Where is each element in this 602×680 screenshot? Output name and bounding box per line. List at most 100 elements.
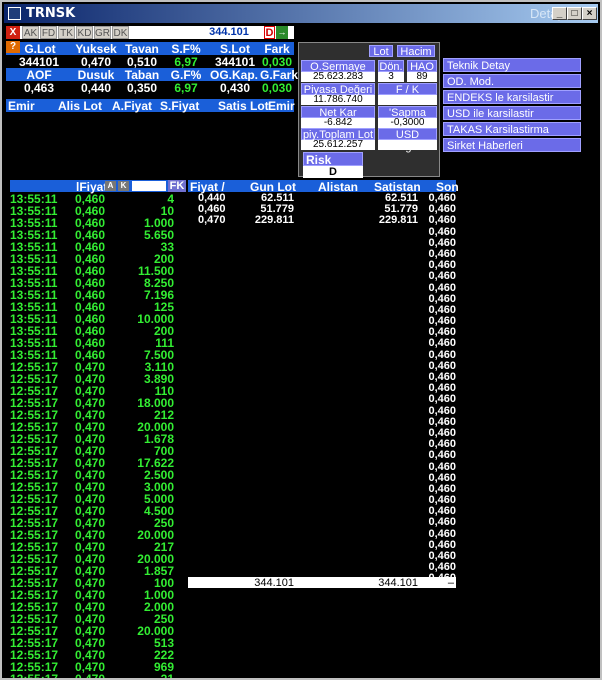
trade-row[interactable]: 13:55:11 0,460 200 <box>10 324 186 338</box>
hacim-button[interactable]: Hacim <box>397 45 435 58</box>
son-value: 0,460 <box>428 303 456 316</box>
depth-row[interactable]: 0,460 51.779 51.779 <box>188 203 456 215</box>
trade-row[interactable]: 12:55:17 0,470 18.000 <box>10 396 186 410</box>
trade-row[interactable]: 12:55:17 0,470 222 <box>10 648 186 662</box>
trade-row[interactable]: 12:55:17 0,470 20.000 <box>10 552 186 566</box>
son-value: 0,460 <box>428 538 456 551</box>
depth-header: Fiyat / Gun Lot Alistan Satistan Son <box>188 180 459 194</box>
tool-fd-button[interactable]: FD <box>40 26 57 39</box>
menu-takas-karsilastirma[interactable]: TAKAS Karsilastirma <box>443 122 581 136</box>
trade-row[interactable]: 12:55:17 0,470 2.500 <box>10 468 186 482</box>
help-icon[interactable]: ? <box>6 41 20 53</box>
son-value: 0,460 <box>428 550 456 562</box>
title-bar[interactable]: TRNSK Detay _ □ × <box>4 4 598 23</box>
trade-row[interactable]: 12:55:17 0,470 17.622 <box>10 456 186 470</box>
depth-satistan: 229.811 <box>378 214 418 226</box>
tool-tk-button[interactable]: TK <box>58 26 75 39</box>
trade-row[interactable]: 12:55:17 0,470 3.110 <box>10 360 186 374</box>
trade-row[interactable]: 13:55:11 0,460 11.500 <box>10 264 186 278</box>
trade-row[interactable]: 12:55:17 0,470 250 <box>10 516 186 530</box>
tool-kd-button[interactable]: KD <box>76 26 93 39</box>
depth-row[interactable]: 0,470 229.811 229.811 <box>188 214 456 226</box>
depth-gun-lot: 229.811 <box>254 214 294 226</box>
trade-row[interactable]: 12:55:17 0,470 5.000 <box>10 492 186 506</box>
son-value: 0,460 <box>428 359 456 372</box>
menu-sirket-haberleri[interactable]: Sirket Haberleri <box>443 138 581 152</box>
son-column: 0,460 0,460 0,460 0,460 0,460 0,460 0,460 0,460… <box>422 192 456 584</box>
sort-a-button[interactable]: A <box>105 181 116 191</box>
menu-od-mod[interactable]: OD. Mod. <box>443 74 581 88</box>
son-value: 0,460 <box>428 415 456 428</box>
trade-row[interactable]: 12:55:17 0,470 250 <box>10 612 186 626</box>
trade-row[interactable]: 13:55:11 0,460 7.500 <box>10 348 186 362</box>
trade-row[interactable]: 13:55:11 0,460 4 <box>10 192 186 206</box>
son-value: 0,460 <box>428 527 456 540</box>
menu-endeks-karsilastir[interactable]: ENDEKS le karsilastir <box>443 90 581 104</box>
sapma-value: -0,3000 <box>378 118 437 128</box>
trade-row[interactable]: 12:55:17 0,470 3.000 <box>10 480 186 494</box>
go-arrow-icon[interactable]: → <box>276 26 288 39</box>
menu-usd-karsilastir[interactable]: USD ile karsilastir <box>443 106 581 120</box>
d-button[interactable]: D <box>264 26 275 39</box>
depth-row[interactable]: 0,440 62.511 62.511 <box>188 192 456 204</box>
trade-row[interactable]: 13:55:11 0,460 200 <box>10 252 186 266</box>
col-tavan: Tavan <box>125 42 159 56</box>
trade-row[interactable]: 12:55:17 0,470 212 <box>10 408 186 422</box>
son-value: 0,460 <box>428 214 456 227</box>
trade-row[interactable]: 12:55:17 0,470 1.000 <box>10 588 186 602</box>
col-emir-buy: Emir <box>8 99 35 113</box>
val-fark: 0,030 <box>261 55 293 69</box>
maximize-button[interactable]: □ <box>567 7 582 20</box>
tool-ak-button[interactable]: AK <box>22 26 39 39</box>
tool-dk-button[interactable]: DK <box>112 26 129 39</box>
trade-row[interactable]: 13:55:11 0,460 7.196 <box>10 288 186 302</box>
minimize-button[interactable]: _ <box>552 7 567 20</box>
trade-row[interactable]: 13:55:11 0,460 8.250 <box>10 276 186 290</box>
val-slot: 344101 <box>214 55 256 69</box>
close-button[interactable]: × <box>582 7 597 20</box>
risk-kodu-button[interactable]: Risk Kodu <box>303 152 363 181</box>
trades-list[interactable]: 13:55:11 0,460 4 13:55:11 0,460 10 13:55:11 0,4… <box>10 192 186 678</box>
filter-input[interactable] <box>132 181 166 191</box>
trade-row[interactable]: 12:55:17 0,470 969 <box>10 660 186 674</box>
trade-row[interactable]: 12:55:17 0,470 2.000 <box>10 600 186 614</box>
trade-row[interactable]: 13:55:11 0,460 5.650 <box>10 228 186 242</box>
fk-button[interactable]: FK <box>168 180 186 192</box>
trade-row[interactable]: 12:55:17 0,470 21 <box>10 672 186 678</box>
trades-header: lFiyat A K FK <box>10 180 186 194</box>
totals-row: 344.101 344.101 – <box>188 577 456 589</box>
menu-teknik-detay[interactable]: Teknik Detay <box>443 58 581 72</box>
close-symbol-button[interactable]: X <box>6 26 20 39</box>
son-value: 0,460 <box>428 225 456 238</box>
trade-row[interactable]: 13:55:11 0,460 1.000 <box>10 216 186 230</box>
sort-k-button[interactable]: K <box>118 181 129 191</box>
trade-row[interactable]: 12:55:17 0,470 1.857 <box>10 564 186 578</box>
price-field[interactable]: 344.101 <box>196 26 262 39</box>
trade-row[interactable]: 12:55:17 0,470 1.678 <box>10 432 186 446</box>
son-value: 0,460 <box>428 471 456 484</box>
trade-row[interactable]: 12:55:17 0,470 513 <box>10 636 186 650</box>
lot-button[interactable]: Lot <box>369 45 393 58</box>
trade-row[interactable]: 13:55:11 0,460 10.000 <box>10 312 186 326</box>
trade-row[interactable]: 12:55:17 0,470 3.890 <box>10 372 186 386</box>
trade-row[interactable]: 12:55:17 0,470 100 <box>10 576 186 590</box>
trade-row[interactable]: 13:55:11 0,460 111 <box>10 336 186 350</box>
trade-row[interactable]: 12:55:17 0,470 217 <box>10 540 186 554</box>
trade-row[interactable]: 12:55:17 0,470 4.500 <box>10 504 186 518</box>
col-gfark: G.Fark <box>260 68 299 82</box>
trade-row[interactable]: 12:55:17 0,470 700 <box>10 444 186 458</box>
col-afiyat: A.Fiyat <box>112 99 153 113</box>
trade-row[interactable]: 13:55:11 0,460 10 <box>10 204 186 218</box>
col-slot: S.Lot <box>220 42 250 56</box>
tool-gr-button[interactable]: GR <box>94 26 111 39</box>
trade-row[interactable]: 12:55:17 0,470 20.000 <box>10 420 186 434</box>
trade-row[interactable]: 12:55:17 0,470 20.000 <box>10 528 186 542</box>
val-taban: 0,350 <box>126 81 158 95</box>
app-window: TRNSK Detay _ □ × X AK FD TK KD GR DK 34… <box>0 0 602 680</box>
trade-row[interactable]: 13:55:11 0,460 33 <box>10 240 186 254</box>
son-value: 0,460 <box>428 482 456 495</box>
trade-row[interactable]: 13:55:11 0,460 125 <box>10 300 186 314</box>
trade-row[interactable]: 12:55:17 0,470 20.000 <box>10 624 186 638</box>
trade-row[interactable]: 12:55:17 0,470 110 <box>10 384 186 398</box>
fk-value <box>378 95 437 105</box>
